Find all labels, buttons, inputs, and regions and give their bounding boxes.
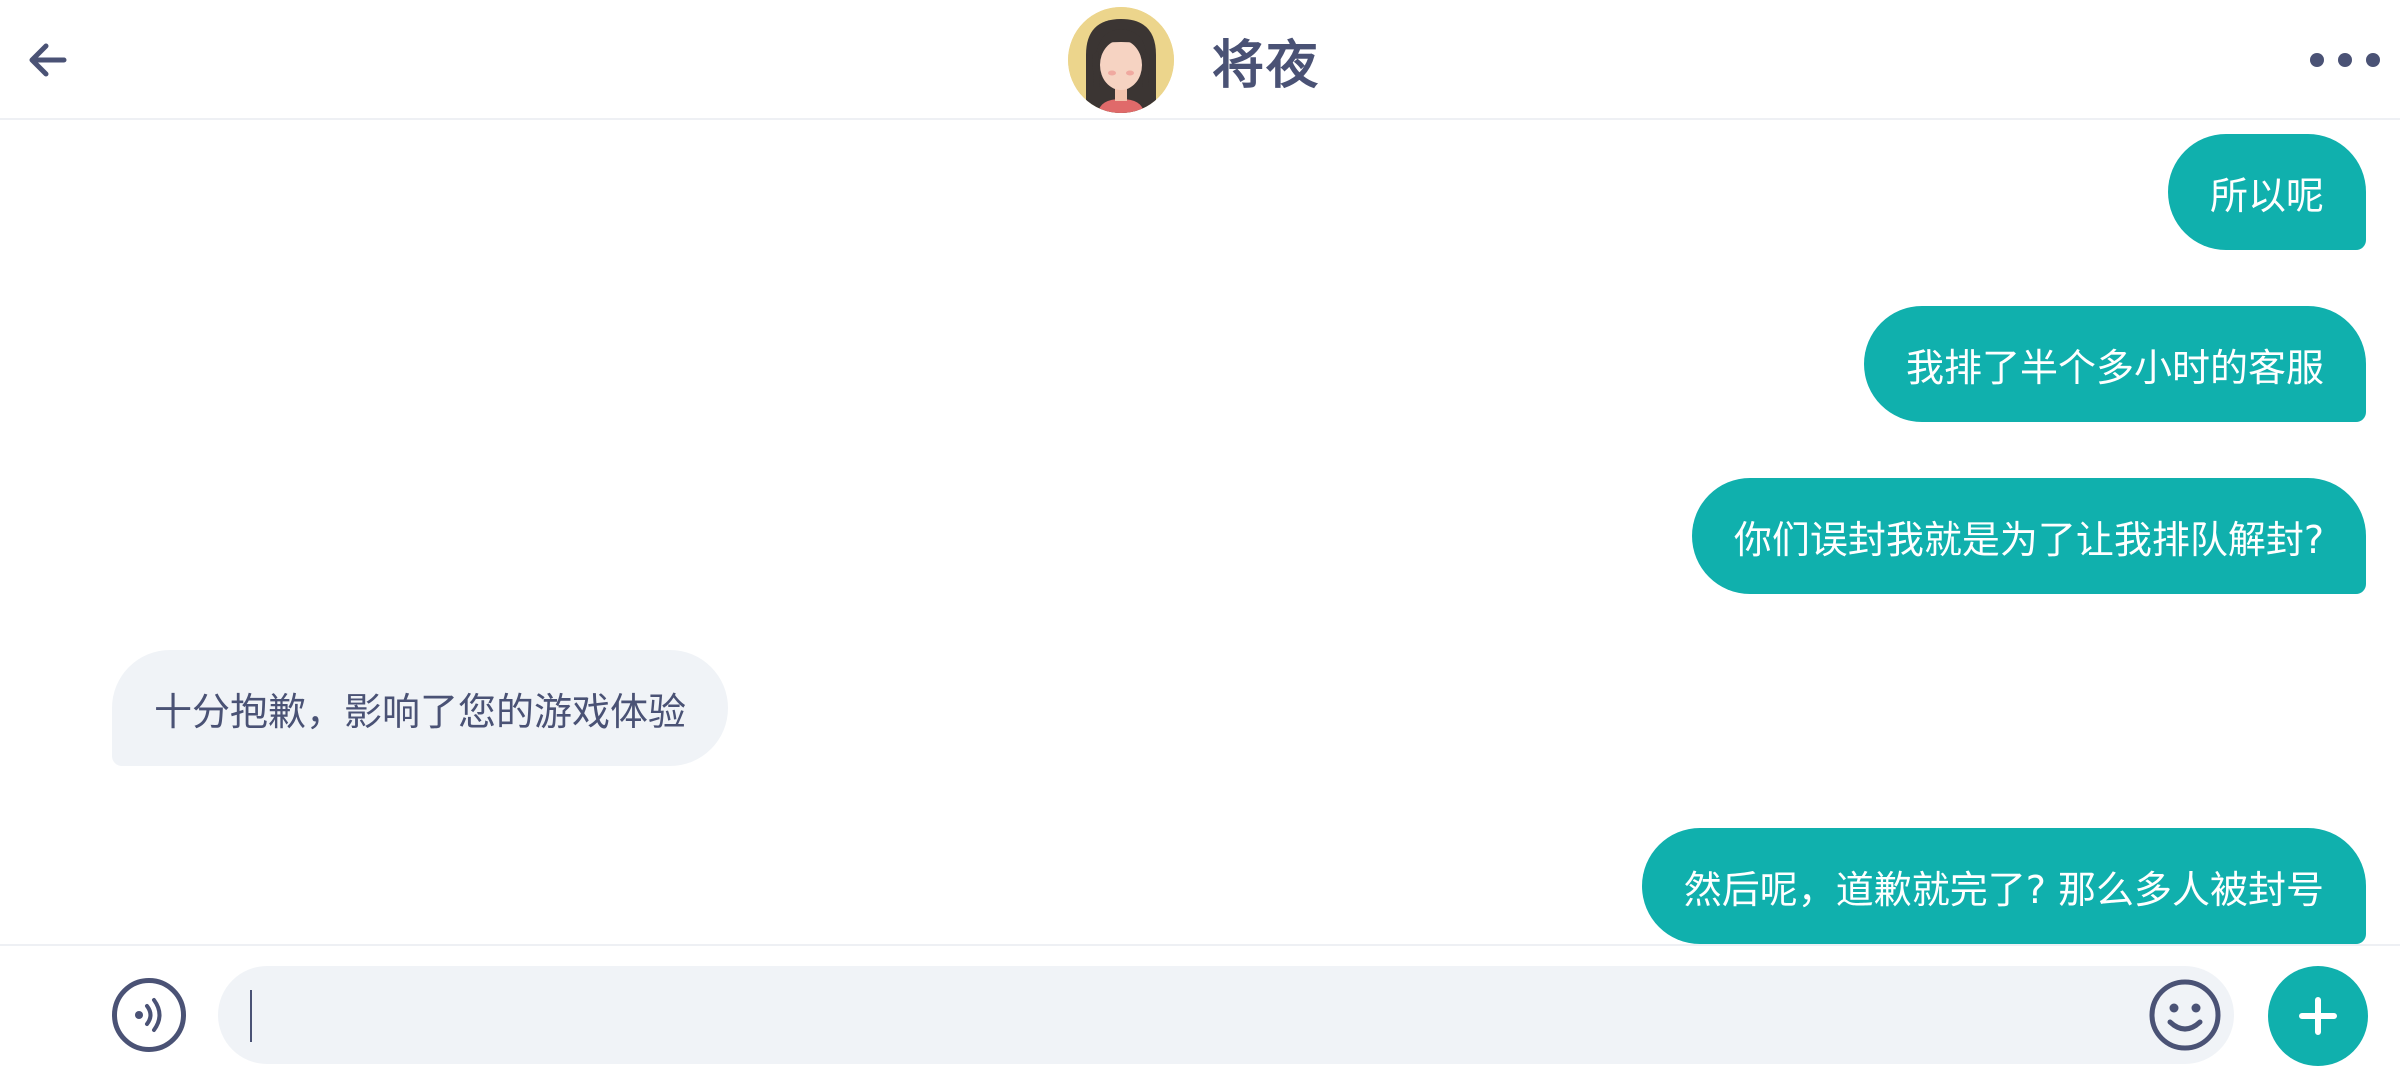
voice-icon [135, 998, 162, 1032]
outgoing-message-bubble[interactable]: 我排了半个多小时的客服 [1863, 306, 2366, 422]
contact-name: 将夜 [1212, 35, 1321, 96]
plus-button[interactable] [2268, 966, 2368, 1066]
more-horizontal-icon [2310, 53, 2324, 67]
message-list[interactable]: 所以呢 我排了半个多小时的客服 你们误封我就是为了让我排队解封? 十分抱歉，影响… [0, 122, 2400, 944]
avatar[interactable] [1068, 7, 1174, 113]
text-cursor [250, 990, 252, 1042]
incoming-message-bubble[interactable]: 十分抱歉，影响了您的游戏体验 [112, 650, 729, 766]
contact-title[interactable]: 将夜 [1068, 6, 1320, 114]
plus-icon [2299, 997, 2337, 1035]
outgoing-message-bubble[interactable]: 你们误封我就是为了让我排队解封? [1691, 478, 2366, 594]
emoji-smile-icon [2149, 979, 2221, 1051]
back-button[interactable] [20, 30, 76, 90]
message-input[interactable] [218, 966, 2234, 1064]
arrow-left-icon [29, 43, 67, 77]
emoji-button[interactable] [2148, 978, 2222, 1052]
chat-screen: 将夜 所以呢 我排了半个多小时的客服 你们误封我就是为了让我排队解封? 十分抱歉… [0, 0, 2400, 1080]
more-button[interactable] [2310, 40, 2380, 80]
outgoing-message-bubble[interactable]: 然后呢，道歉就完了? 那么多人被封号 [1641, 828, 2366, 944]
outgoing-message-bubble[interactable]: 所以呢 [2167, 134, 2366, 250]
voice-button[interactable] [112, 978, 186, 1052]
composer-bar [0, 944, 2400, 1080]
chat-header: 将夜 [0, 0, 2400, 120]
